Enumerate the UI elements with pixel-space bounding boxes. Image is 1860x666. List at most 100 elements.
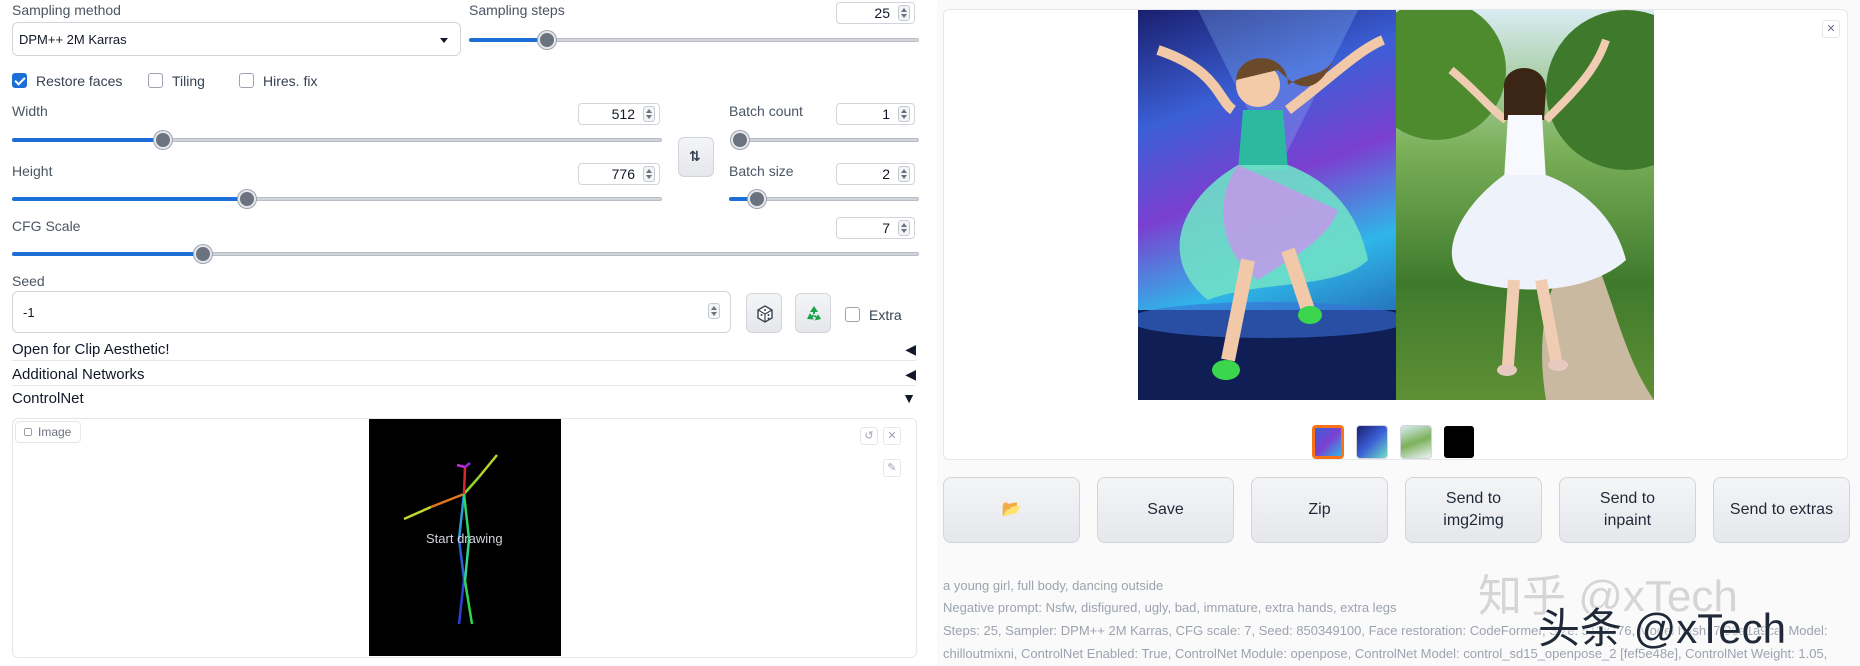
height-input[interactable]: 776: [578, 163, 660, 185]
restore-faces-label: Restore faces: [36, 73, 123, 89]
cfg-scale-slider[interactable]: [12, 245, 919, 263]
cfg-scale-input[interactable]: 7: [836, 217, 915, 239]
folder-icon: 📂: [1001, 501, 1022, 518]
controlnet-title: ControlNet: [12, 390, 84, 407]
slider-fill: [469, 38, 546, 42]
batch-size-value: 2: [882, 166, 890, 182]
height-value: 776: [611, 166, 635, 182]
cfg-scale-label: CFG Scale: [12, 218, 81, 234]
sampling-steps-label: Sampling steps: [469, 2, 565, 18]
dancer-illustration: [1138, 10, 1396, 400]
batch-size-input[interactable]: 2: [836, 163, 915, 185]
width-input[interactable]: 512: [578, 103, 660, 125]
pose-canvas[interactable]: Start drawing: [369, 419, 561, 656]
spinner-icon[interactable]: [898, 106, 910, 122]
width-slider[interactable]: [12, 131, 662, 149]
clip-aesthetic-title: Open for Clip Aesthetic!: [12, 341, 170, 358]
dice-icon: [757, 305, 773, 323]
extra-seed-checkbox[interactable]: [845, 307, 860, 322]
cfg-scale-value: 7: [882, 220, 890, 236]
hires-fix-label: Hires. fix: [263, 73, 318, 89]
seed-value: -1: [23, 305, 35, 320]
send-to-img2img-label: Send to img2img: [1443, 490, 1504, 529]
hires-fix-checkbox[interactable]: [239, 73, 254, 88]
slider-thumb[interactable]: [238, 190, 256, 208]
clear-button[interactable]: ✕: [883, 427, 901, 445]
slider-thumb[interactable]: [194, 245, 212, 263]
restore-faces-checkbox[interactable]: [12, 73, 27, 88]
spinner-icon[interactable]: [708, 303, 720, 319]
slider-thumb[interactable]: [748, 190, 766, 208]
chevron-down-icon: [440, 38, 448, 43]
recycle-icon: [807, 306, 821, 321]
additional-networks-title: Additional Networks: [12, 366, 145, 383]
image-tab[interactable]: Image: [15, 421, 81, 443]
extra-seed-label: Extra: [869, 307, 902, 323]
batch-count-input[interactable]: 1: [836, 103, 915, 125]
close-icon: ✕: [887, 430, 897, 442]
swap-dimensions-button[interactable]: ⇅: [678, 137, 714, 177]
send-to-extras-button[interactable]: Send to extras: [1713, 477, 1850, 543]
spinner-icon[interactable]: [643, 106, 655, 122]
dancer-photo: [1396, 10, 1654, 400]
width-value: 512: [611, 106, 635, 122]
batch-size-slider[interactable]: [729, 190, 919, 208]
sampling-steps-slider[interactable]: [469, 31, 919, 49]
undo-button[interactable]: ↺: [860, 427, 878, 445]
slider-thumb[interactable]: [538, 31, 556, 49]
sampling-method-value: DPM++ 2M Karras: [19, 32, 127, 47]
height-label: Height: [12, 163, 53, 179]
swap-arrows-icon: ⇅: [689, 148, 701, 164]
watermark-toutiao: 头条 @xTech: [1538, 605, 1787, 652]
send-to-img2img-button[interactable]: Send to img2img: [1405, 477, 1542, 543]
caret-left-icon: ◀: [905, 366, 916, 382]
zip-button[interactable]: Zip: [1251, 477, 1388, 543]
clip-aesthetic-accordion[interactable]: Open for Clip Aesthetic! ◀: [12, 339, 916, 361]
batch-size-label: Batch size: [729, 163, 794, 179]
save-button[interactable]: Save: [1097, 477, 1234, 543]
seed-input[interactable]: -1: [12, 291, 731, 333]
open-folder-button[interactable]: 📂: [943, 477, 1080, 543]
slider-thumb[interactable]: [154, 131, 172, 149]
image-icon: [24, 428, 32, 436]
batch-count-value: 1: [882, 106, 890, 122]
slider-thumb[interactable]: [731, 131, 749, 149]
random-seed-button[interactable]: [746, 293, 782, 333]
gallery-thumbnail-1[interactable]: [1356, 425, 1388, 459]
gallery-thumbnail-grid[interactable]: [1312, 425, 1344, 459]
generated-image-2[interactable]: [1396, 10, 1654, 400]
image-tab-label: Image: [38, 425, 72, 439]
send-to-inpaint-button[interactable]: Send to inpaint: [1559, 477, 1696, 543]
caret-left-icon: ◀: [905, 341, 916, 357]
spinner-icon[interactable]: [898, 220, 910, 236]
generated-image-1[interactable]: [1138, 10, 1396, 400]
sampling-steps-input[interactable]: 25: [836, 2, 915, 24]
close-gallery-button[interactable]: ✕: [1822, 20, 1840, 38]
height-slider[interactable]: [12, 190, 662, 208]
gallery: ✕: [943, 9, 1848, 460]
zip-button-label: Zip: [1308, 501, 1331, 518]
brush-button[interactable]: ✎: [883, 459, 901, 477]
send-to-inpaint-label: Send to inpaint: [1599, 490, 1656, 529]
sampling-steps-value: 25: [874, 5, 890, 21]
spinner-icon[interactable]: [898, 5, 910, 21]
send-to-extras-label: Send to extras: [1729, 501, 1834, 518]
gallery-thumbnail-pose[interactable]: [1443, 425, 1475, 459]
spinner-icon[interactable]: [898, 166, 910, 182]
reuse-seed-button[interactable]: [795, 293, 831, 333]
caret-down-icon: ▼: [902, 390, 916, 406]
tiling-checkbox[interactable]: [148, 73, 163, 88]
spinner-icon[interactable]: [643, 166, 655, 182]
additional-networks-accordion[interactable]: Additional Networks ◀: [12, 364, 916, 386]
brush-icon: ✎: [887, 462, 897, 474]
gallery-thumbnail-2[interactable]: [1400, 425, 1432, 459]
batch-count-label: Batch count: [729, 103, 803, 119]
undo-icon: ↺: [864, 430, 874, 442]
sampling-method-dropdown[interactable]: DPM++ 2M Karras: [12, 22, 461, 56]
slider-fill: [12, 197, 246, 201]
controlnet-accordion[interactable]: ControlNet ▼: [12, 388, 916, 410]
batch-count-slider[interactable]: [731, 131, 919, 149]
controlnet-image-panel: Image ↺ ✕ ✎ Start drawing: [12, 418, 917, 658]
sampling-method-label: Sampling method: [12, 2, 121, 18]
save-button-label: Save: [1147, 501, 1184, 518]
